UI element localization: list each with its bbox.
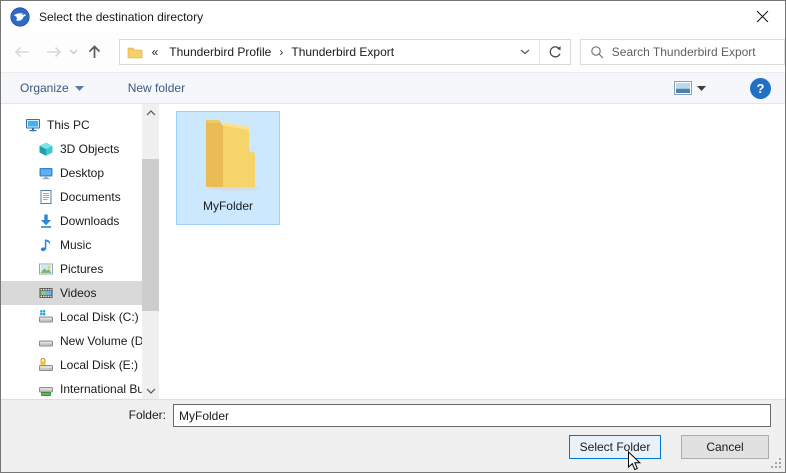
3d-objects-icon	[38, 141, 54, 157]
locked-drive-icon	[38, 357, 54, 373]
new-folder-label: New folder	[128, 81, 185, 95]
refresh-icon	[548, 45, 562, 59]
folder-icon	[127, 45, 143, 59]
sidebar-item-label: Music	[60, 238, 91, 252]
close-icon	[756, 10, 769, 23]
sidebar-item-music[interactable]: Music	[1, 233, 142, 257]
network-drive-icon	[38, 381, 54, 397]
desktop-icon	[38, 165, 54, 181]
sidebar-item-international-bus[interactable]: International Bus	[1, 377, 142, 399]
sidebar-item-local-disk-c[interactable]: Local Disk (C:)	[1, 305, 142, 329]
dialog-title: Select the destination directory	[39, 10, 203, 24]
sidebar-item-label: International Bus	[60, 382, 142, 396]
back-arrow-icon	[13, 45, 31, 59]
chevron-down-icon	[146, 388, 156, 394]
folder-name-input[interactable]	[173, 404, 771, 427]
chevron-down-icon	[697, 86, 706, 91]
windows-drive-icon	[38, 309, 54, 325]
videos-icon	[38, 285, 54, 301]
close-button[interactable]	[739, 1, 785, 31]
address-bar[interactable]: « Thunderbird Profile › Thunderbird Expo…	[119, 39, 571, 65]
up-button[interactable]	[81, 38, 109, 66]
refresh-button[interactable]	[540, 40, 570, 64]
help-button[interactable]: ?	[750, 78, 771, 99]
resize-grip[interactable]	[770, 457, 782, 469]
drive-icon	[38, 333, 54, 349]
sidebar-item-new-volume-d[interactable]: New Volume (D:)	[1, 329, 142, 353]
back-button[interactable]	[9, 38, 35, 66]
chevron-up-icon	[146, 110, 156, 116]
sidebar-item-label: 3D Objects	[60, 142, 119, 156]
sidebar-item-label: This PC	[47, 118, 90, 132]
sidebar-item-label: Desktop	[60, 166, 104, 180]
sidebar-item-local-disk-e[interactable]: Local Disk (E:)	[1, 353, 142, 377]
scroll-down-button[interactable]	[142, 382, 159, 399]
breadcrumb-item-thunderbird-profile[interactable]: Thunderbird Profile	[162, 40, 278, 64]
navigation-bar: « Thunderbird Profile › Thunderbird Expo…	[1, 32, 785, 72]
chevron-down-icon	[69, 49, 78, 55]
breadcrumb-overflow[interactable]: «	[148, 40, 163, 64]
change-view-button[interactable]	[674, 81, 706, 95]
cancel-button[interactable]: Cancel	[681, 435, 769, 459]
sidebar-item-label: New Volume (D:)	[60, 334, 142, 348]
music-icon	[38, 237, 54, 253]
sidebar-scrollbar[interactable]	[142, 104, 159, 399]
sidebar-item-this-pc[interactable]: This PC	[1, 113, 142, 137]
search-icon	[590, 45, 604, 59]
documents-icon	[38, 189, 54, 205]
sidebar-item-label: Local Disk (E:)	[60, 358, 138, 372]
sidebar-item-label: Local Disk (C:)	[60, 310, 139, 324]
thunderbird-app-icon	[10, 7, 30, 27]
command-toolbar: Organize New folder ?	[1, 72, 785, 104]
navigation-pane: This PC 3D Objects Desktop	[1, 104, 142, 399]
this-pc-icon	[25, 117, 41, 133]
breadcrumb-item-thunderbird-export[interactable]: Thunderbird Export	[284, 40, 401, 64]
address-dropdown-button[interactable]	[511, 40, 539, 64]
sidebar-item-pictures[interactable]: Pictures	[1, 257, 142, 281]
select-folder-button[interactable]: Select Folder	[569, 435, 661, 459]
sidebar-item-label: Documents	[60, 190, 121, 204]
sidebar-item-label: Downloads	[60, 214, 119, 228]
file-dialog-window: Select the destination directory	[0, 0, 786, 473]
scrollbar-thumb[interactable]	[142, 159, 159, 311]
up-arrow-icon	[87, 44, 102, 60]
organize-button[interactable]: Organize	[12, 75, 92, 101]
pictures-icon	[38, 261, 54, 277]
titlebar: Select the destination directory	[1, 1, 785, 32]
sidebar-item-documents[interactable]: Documents	[1, 185, 142, 209]
sidebar-item-videos[interactable]: Videos	[1, 281, 142, 305]
sidebar-item-label: Videos	[60, 286, 96, 300]
organize-label: Organize	[20, 81, 69, 95]
downloads-icon	[38, 213, 54, 229]
folder-tile-myfolder[interactable]: MyFolder	[176, 111, 280, 225]
view-thumbnail-icon	[674, 81, 692, 95]
sidebar-item-downloads[interactable]: Downloads	[1, 209, 142, 233]
mouse-cursor	[627, 451, 642, 472]
help-icon: ?	[757, 81, 765, 96]
dialog-footer: Folder: Select Folder Cancel	[1, 399, 785, 472]
folder-icon	[189, 112, 267, 198]
search-box[interactable]	[580, 39, 785, 65]
sidebar-item-label: Pictures	[60, 262, 103, 276]
dialog-body: This PC 3D Objects Desktop	[1, 104, 785, 399]
scroll-up-button[interactable]	[142, 104, 159, 121]
new-folder-button[interactable]: New folder	[120, 75, 193, 101]
folder-field-label: Folder:	[1, 408, 166, 422]
chevron-down-icon	[520, 49, 530, 55]
search-input[interactable]	[612, 45, 784, 59]
sidebar-item-desktop[interactable]: Desktop	[1, 161, 142, 185]
cancel-label: Cancel	[706, 440, 743, 454]
sidebar-item-3d-objects[interactable]: 3D Objects	[1, 137, 142, 161]
forward-arrow-icon	[45, 45, 63, 59]
recent-locations-button[interactable]	[67, 38, 81, 66]
chevron-down-icon	[75, 86, 84, 91]
forward-button[interactable]	[41, 38, 67, 66]
file-list-pane[interactable]: MyFolder	[159, 104, 785, 399]
folder-tile-label: MyFolder	[203, 199, 253, 213]
